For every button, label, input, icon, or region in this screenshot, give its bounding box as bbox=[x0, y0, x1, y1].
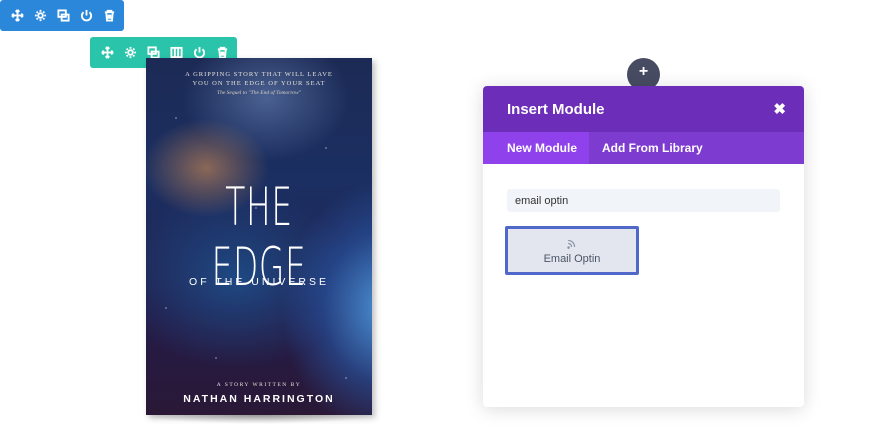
trash-icon[interactable] bbox=[98, 0, 121, 31]
modal-title: Insert Module bbox=[507, 100, 605, 118]
module-search-input[interactable] bbox=[507, 189, 780, 212]
book-author: NATHAN HARRINGTON bbox=[183, 393, 335, 405]
gear-icon[interactable] bbox=[119, 37, 142, 68]
book-subtitle: OF THE UNIVERSE bbox=[189, 276, 329, 288]
move-icon[interactable] bbox=[6, 0, 29, 31]
plus-icon: + bbox=[638, 62, 649, 80]
book-tagline-line2: YOU ON THE EDGE OF YOUR SEAT bbox=[192, 80, 326, 87]
power-icon[interactable] bbox=[75, 0, 98, 31]
tab-new-module[interactable]: New Module bbox=[483, 132, 590, 164]
book-sequel-note: The Sequel to "The End of Tomorrow" bbox=[217, 90, 301, 96]
insert-module-modal: Insert Module ✖ New Module Add From Libr… bbox=[483, 86, 804, 407]
duplicate-icon[interactable] bbox=[52, 0, 75, 31]
move-icon[interactable] bbox=[96, 37, 119, 68]
book-tagline-line1: A GRIPPING STORY THAT WILL LEAVE bbox=[185, 71, 333, 78]
close-icon[interactable]: ✖ bbox=[773, 100, 786, 118]
email-optin-module-button[interactable]: Email Optin bbox=[505, 226, 639, 275]
modal-tabs: New Module Add From Library bbox=[483, 132, 804, 164]
modal-header: Insert Module ✖ bbox=[483, 86, 804, 132]
gear-icon[interactable] bbox=[29, 0, 52, 31]
book-tagline: A GRIPPING STORY THAT WILL LEAVE YOU ON … bbox=[146, 70, 372, 88]
book-written-by: A STORY WRITTEN BY bbox=[216, 382, 302, 388]
book-cover-image: A GRIPPING STORY THAT WILL LEAVE YOU ON … bbox=[146, 58, 372, 415]
section-toolbar bbox=[0, 0, 124, 31]
module-label: Email Optin bbox=[543, 252, 601, 265]
rss-icon bbox=[567, 239, 576, 249]
tab-add-from-library[interactable]: Add From Library bbox=[589, 132, 714, 164]
